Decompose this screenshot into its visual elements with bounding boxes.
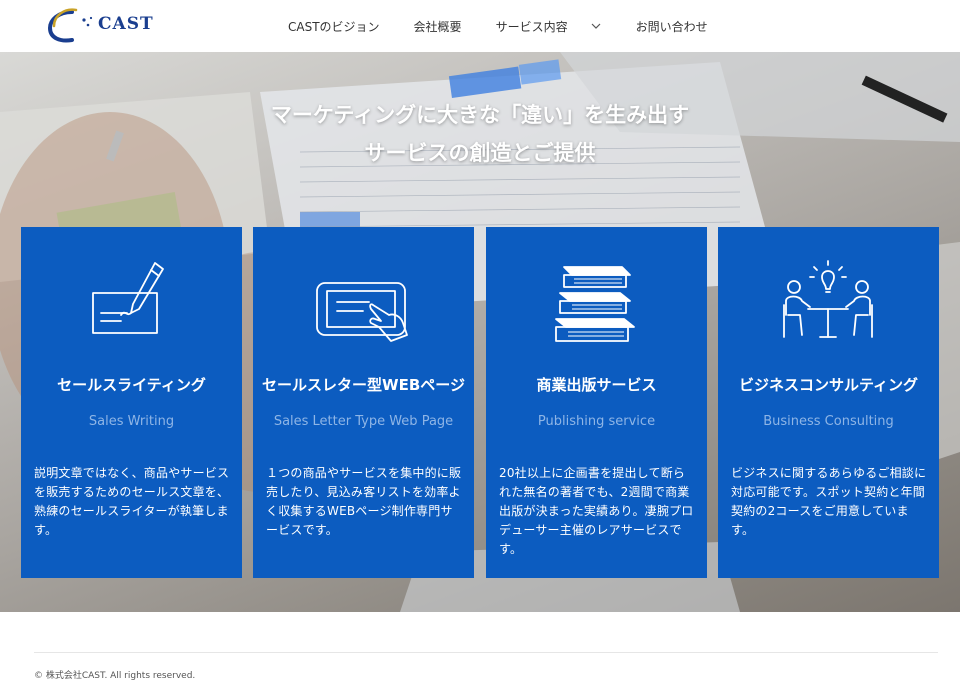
writing-check-icon	[81, 257, 181, 347]
card-title: セールスライティング	[57, 376, 206, 394]
chevron-down-icon[interactable]	[590, 20, 602, 32]
nav-label: サービス内容	[495, 19, 568, 34]
cast-logo-icon	[47, 8, 93, 43]
logo-text: CAST	[98, 14, 154, 34]
nav-item-services[interactable]: サービス内容	[496, 18, 602, 35]
card-subtitle: Sales Writing	[88, 414, 175, 429]
card-subtitle: Business Consulting	[763, 414, 894, 429]
nav-label: CASTのビジョン	[288, 19, 380, 34]
site-header: CAST CASTのビジョン 会社概要 サービス内容 お問い合わせ	[0, 0, 960, 52]
card-subtitle: Sales Letter Type Web Page	[273, 414, 454, 429]
service-card-sales-writing[interactable]: セールスライティング Sales Writing 説明文章ではなく、商品やサービ…	[21, 227, 242, 578]
card-title: 商業出版サービス	[536, 376, 657, 394]
card-description: １つの商品やサービスを集中的に販売したり、見込み客リストを効率よく収集するWEB…	[266, 466, 462, 537]
service-card-sales-letter-web[interactable]: セールスレター型WEBページ Sales Letter Type Web Pag…	[253, 227, 474, 578]
service-card-business-consulting[interactable]: ビジネスコンサルティング Business Consulting ビジネスに関す…	[718, 227, 939, 578]
card-title: セールスレター型WEBページ	[262, 376, 465, 394]
nav-label: 会社概要	[413, 19, 462, 34]
consulting-meeting-icon	[778, 257, 878, 347]
card-subtitle: Publishing service	[537, 414, 656, 429]
main-nav: CASTのビジョン 会社概要 サービス内容 お問い合わせ	[288, 0, 742, 52]
tablet-touch-icon	[313, 257, 413, 347]
nav-item-contact[interactable]: お問い合わせ	[636, 18, 708, 35]
service-card-publishing[interactable]: 商業出版サービス Publishing service 20社以上に企画書を提出…	[486, 227, 707, 578]
hero-title: マーケティングに大きな「違い」を生み出す サービスの創造とご提供	[0, 96, 960, 172]
card-description: 説明文章ではなく、商品やサービスを販売するためのセールス文章を、熟練のセールスラ…	[34, 466, 230, 537]
nav-item-company[interactable]: 会社概要	[414, 18, 462, 35]
nav-item-vision[interactable]: CASTのビジョン	[288, 18, 380, 35]
footer-divider	[34, 652, 938, 653]
books-stack-icon	[546, 257, 646, 347]
card-title: ビジネスコンサルティング	[738, 376, 919, 394]
hero-title-line2: サービスの創造とご提供	[364, 141, 596, 165]
copyright-text: © 株式会社CAST. All rights reserved.	[34, 671, 196, 681]
hero-title-line1: マーケティングに大きな「違い」を生み出す	[270, 103, 690, 127]
card-description: 20社以上に企画書を提出して断られた無名の著者でも、2週間で商業出版が決まった実…	[499, 466, 694, 556]
nav-label: お問い合わせ	[635, 19, 708, 34]
hero-section: マーケティングに大きな「違い」を生み出す サービスの創造とご提供 セールスライテ…	[0, 52, 960, 612]
card-description: ビジネスに関するあらゆるご相談に対応可能です。スポット契約と年間契約の2コースを…	[731, 466, 927, 537]
